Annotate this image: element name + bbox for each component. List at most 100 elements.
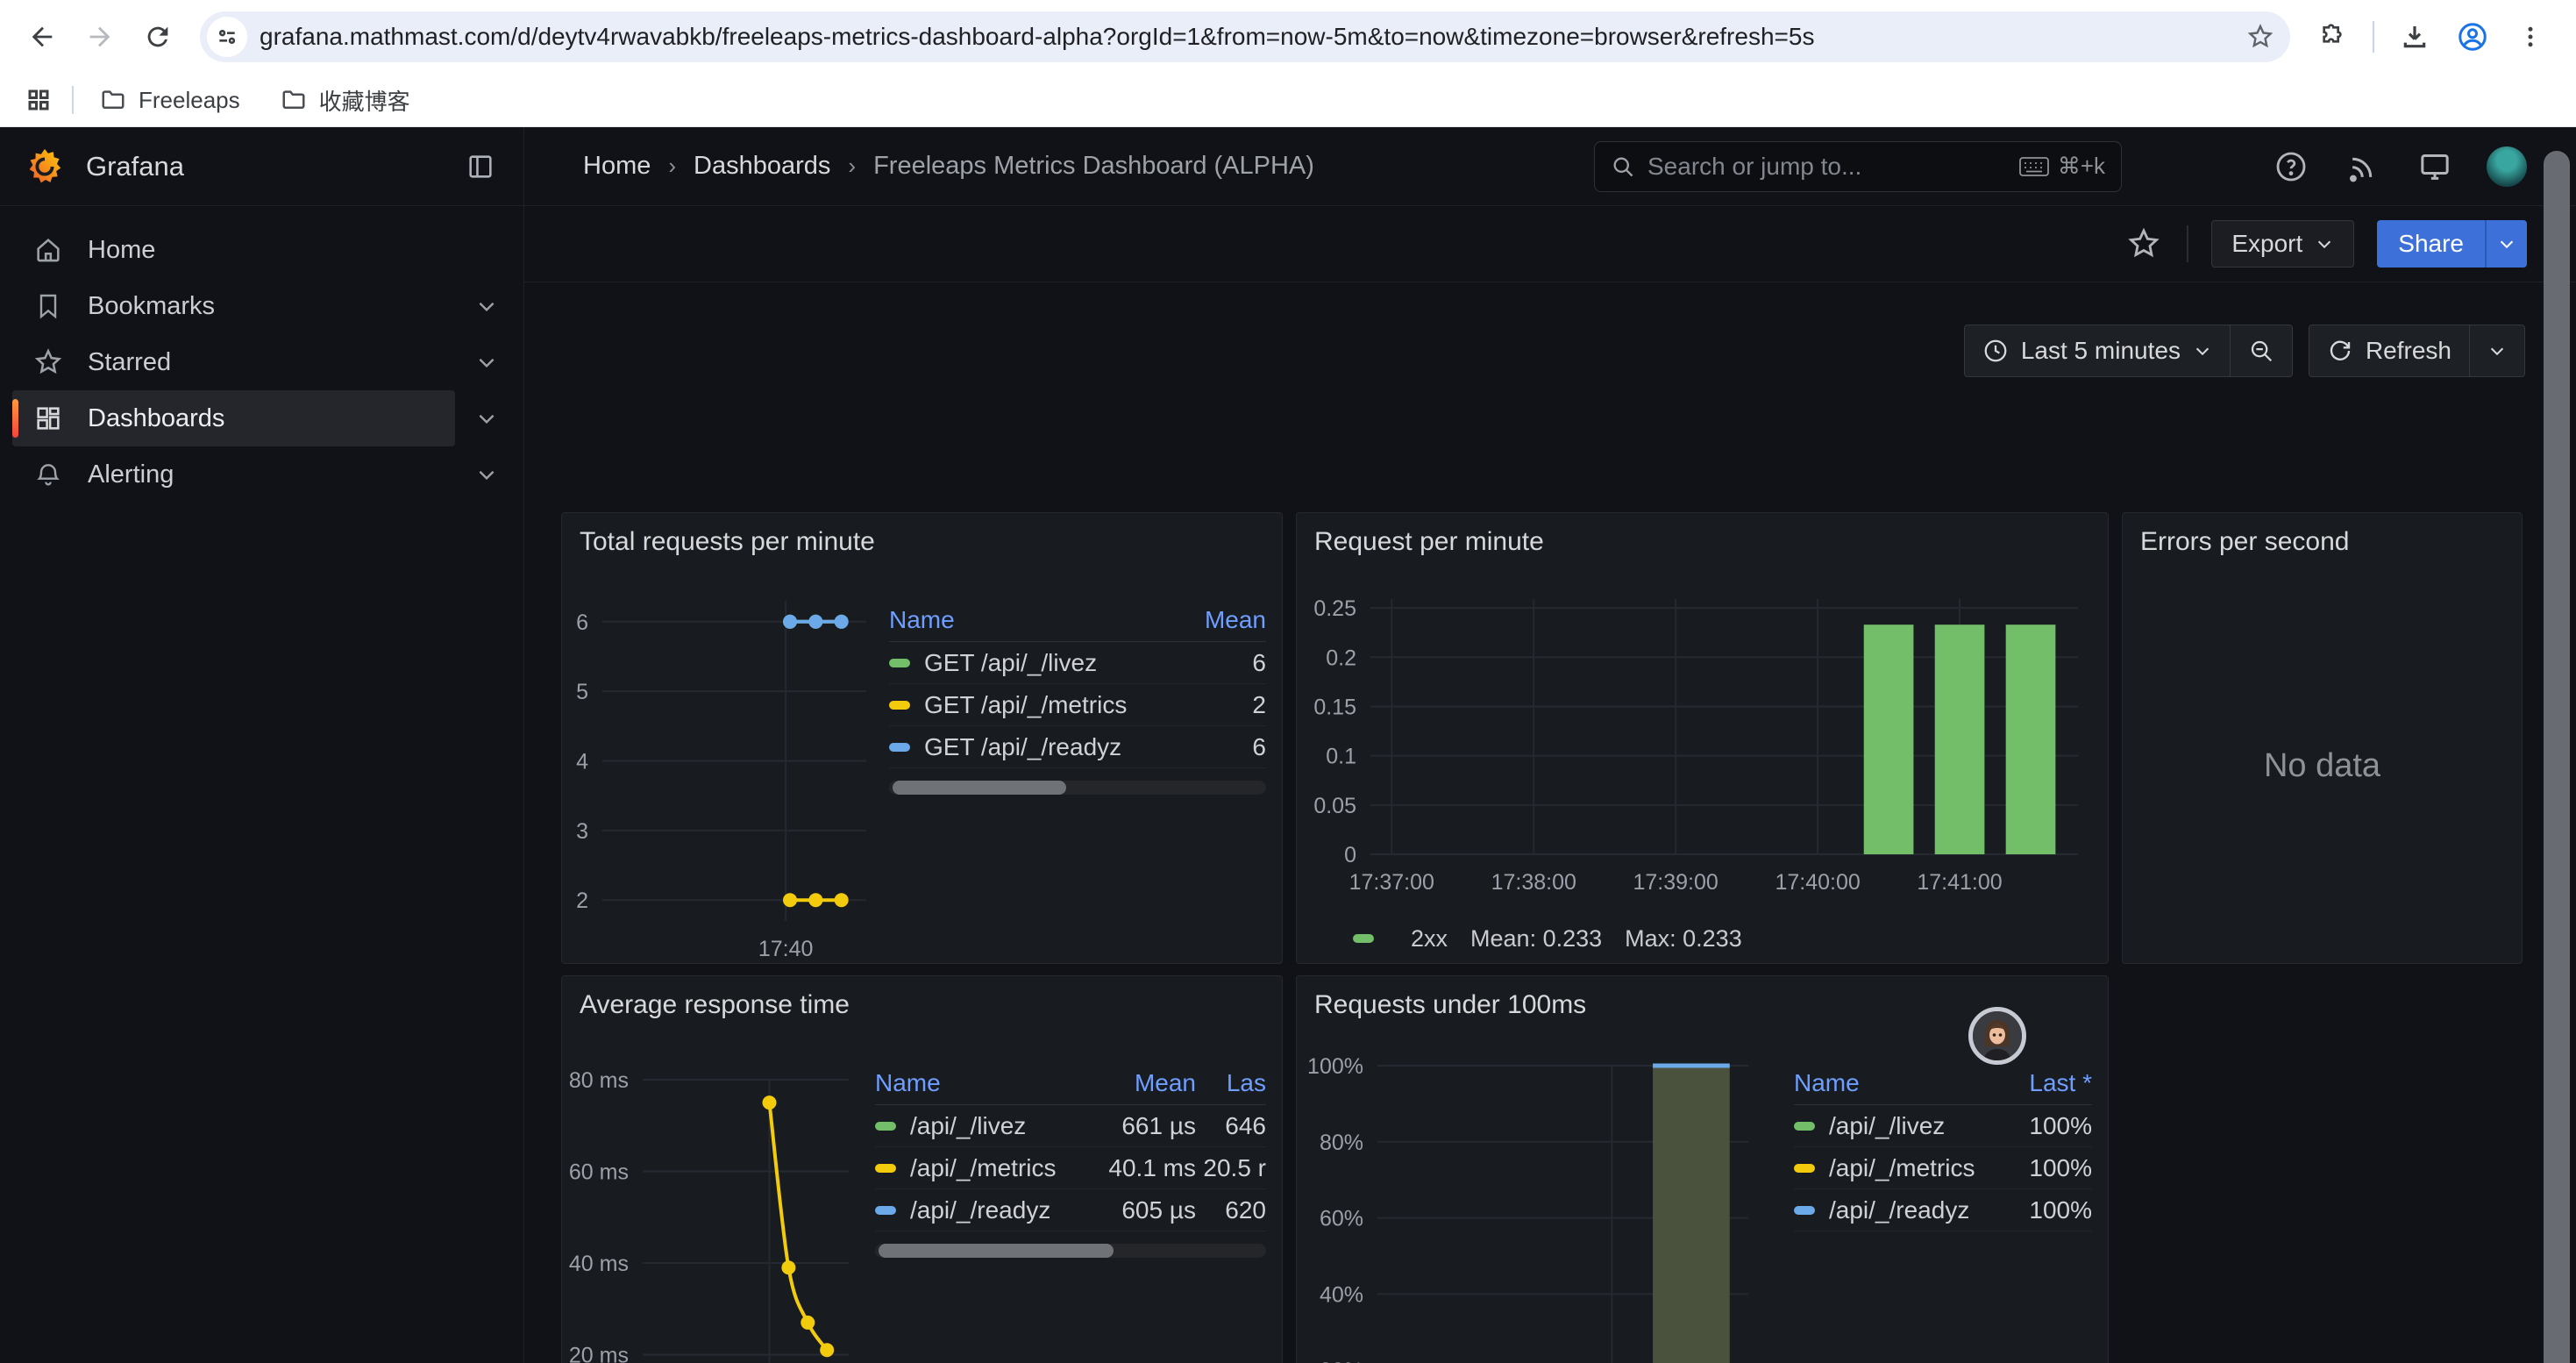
panel-title[interactable]: Average response time [562,976,1282,1029]
legend-series-metrics[interactable]: GET /api/_/metrics [889,691,1196,719]
legend-series-readyz[interactable]: /api/_/readyz [875,1196,1082,1224]
panel-average-response-time: Average response time 80 ms60 ms40 ms20 … [561,975,1283,1363]
svg-text:0.05: 0.05 [1313,794,1356,818]
sidebar-item-dashboards[interactable]: Dashboards [12,390,455,446]
url-text[interactable]: grafana.mathmast.com/d/deytv4rwavabkb/fr… [260,23,2239,51]
expand-alerting-button[interactable] [462,446,511,503]
browser-toolbar: grafana.mathmast.com/d/deytv4rwavabkb/fr… [0,0,2576,74]
breadcrumb-dashboards[interactable]: Dashboards [694,152,830,181]
bookmark-folder-blogs[interactable]: 收藏博客 [267,77,424,124]
shortcut-label: ⌘+k [2058,153,2105,180]
rss-icon [2346,150,2380,183]
chevron-down-icon [2315,234,2334,253]
series-swatch [1353,934,1374,943]
legend-series-livez[interactable]: GET /api/_/livez [889,649,1196,677]
legend-horizontal-scrollbar[interactable] [889,781,1266,795]
bookmarks-divider [72,86,74,114]
monitor-icon [2417,149,2452,184]
back-button[interactable] [18,12,67,61]
legend-series-metrics[interactable]: /api/_/metrics [1794,1154,1996,1182]
svg-text:60%: 60% [1320,1207,1363,1231]
floating-assistant-avatar[interactable] [1968,1007,2026,1065]
download-icon [2401,23,2429,51]
series-mean: 6 [1196,733,1266,761]
star-icon [32,347,65,377]
site-settings-icon[interactable] [207,17,247,57]
sidebar-item-bookmarks[interactable]: Bookmarks [12,278,455,334]
downloads-button[interactable] [2390,12,2439,61]
legend-series-livez[interactable]: /api/_/livez [875,1112,1082,1140]
legend-row: GET /api/_/readyz 6 [889,726,1266,768]
legend-col-mean[interactable]: Mean [1196,606,1266,634]
svg-text:20 ms: 20 ms [569,1344,629,1363]
legend-col-last[interactable]: Last * [1996,1069,2092,1097]
legend-horizontal-scrollbar[interactable] [875,1244,1266,1258]
address-bar[interactable]: grafana.mathmast.com/d/deytv4rwavabkb/fr… [200,11,2290,62]
news-button[interactable] [2343,146,2383,187]
bookmark-folder-label: 收藏博客 [319,84,410,117]
page-scrollbar-thumb[interactable] [2544,151,2570,1363]
search-input[interactable] [1647,153,2019,181]
zoom-out-button[interactable] [2230,325,2292,376]
svg-text:5: 5 [576,680,588,704]
chart-canvas-requests-under-100ms[interactable]: 100%80%60%40%20%0%17:40 [1297,1029,1794,1363]
help-button[interactable] [2271,146,2311,187]
legend-col-last[interactable]: Las [1196,1069,1266,1097]
legend-series-metrics[interactable]: /api/_/metrics [875,1154,1082,1182]
legend-series-2xx[interactable]: 2xx [1411,925,1448,953]
chart-canvas-request-per-minute[interactable]: 0.250.20.150.10.05017:37:0017:38:0017:39… [1297,566,2108,912]
panel-title[interactable]: Total requests per minute [562,513,1282,566]
legend-series-readyz[interactable]: GET /api/_/readyz [889,733,1196,761]
panel-title[interactable]: Errors per second [2123,513,2522,566]
bookmark-page-button[interactable] [2239,16,2281,58]
expand-bookmarks-button[interactable] [462,278,511,334]
chart-canvas-average-response-time[interactable]: 80 ms60 ms40 ms20 ms0 s17:40 [562,1029,875,1363]
time-range-button[interactable]: Last 5 minutes [1965,325,2230,376]
bookmark-folder-freeleaps[interactable]: Freeleaps [86,80,254,121]
sidebar-item-home[interactable]: Home [12,222,456,278]
svg-text:17:40: 17:40 [758,937,814,961]
share-menu-button[interactable] [2485,220,2527,268]
legend-row: /api/_/readyz 605 µs 620 [875,1189,1266,1231]
chart-canvas-total-requests[interactable]: 6543217:40 [562,566,889,964]
sidebar-item-alerting[interactable]: Alerting [12,446,455,503]
expand-dashboards-button[interactable] [462,390,511,446]
refresh-button[interactable]: Refresh [2309,325,2469,376]
series-mean: 40.1 ms [1082,1154,1196,1182]
legend-col-mean[interactable]: Mean [1082,1069,1196,1097]
legend-series-readyz[interactable]: /api/_/readyz [1794,1196,1996,1224]
extensions-button[interactable] [2308,12,2357,61]
share-button[interactable]: Share [2377,220,2485,268]
svg-text:20%: 20% [1320,1359,1363,1363]
panel-title[interactable]: Request per minute [1297,513,2108,566]
sidebar-item-starred[interactable]: Starred [12,334,455,390]
main-content: Home › Dashboards › Freeleaps Metrics Da… [524,127,2576,1363]
svg-text:17:41:00: 17:41:00 [1917,870,2002,895]
expand-starred-button[interactable] [462,334,511,390]
scrollbar-thumb[interactable] [879,1244,1114,1258]
dock-menu-button[interactable] [460,146,501,187]
browser-chrome: grafana.mathmast.com/d/deytv4rwavabkb/fr… [0,0,2576,127]
star-outline-icon [2246,23,2274,51]
apps-grid-button[interactable] [18,79,60,121]
legend-series-livez[interactable]: /api/_/livez [1794,1112,1996,1140]
svg-text:0.2: 0.2 [1326,646,1356,670]
kiosk-mode-button[interactable] [2415,146,2455,187]
series-mean: 661 µs [1082,1112,1196,1140]
breadcrumb-home[interactable]: Home [583,152,651,181]
scrollbar-thumb[interactable] [893,781,1066,795]
no-data-message: No data [2123,566,2522,964]
star-dashboard-button[interactable] [2124,224,2164,264]
profile-icon [2457,21,2488,53]
folder-icon [281,87,307,113]
browser-menu-button[interactable] [2506,12,2555,61]
forward-button[interactable] [75,12,125,61]
reload-button[interactable] [133,12,182,61]
search-icon [1611,154,1635,179]
refresh-interval-button[interactable] [2469,325,2524,376]
export-button[interactable]: Export [2211,220,2354,268]
search-box[interactable]: ⌘+k [1594,141,2122,192]
profile-button[interactable] [2448,12,2497,61]
series-name: /api/_/livez [1829,1112,1945,1140]
user-avatar[interactable] [2487,146,2527,187]
